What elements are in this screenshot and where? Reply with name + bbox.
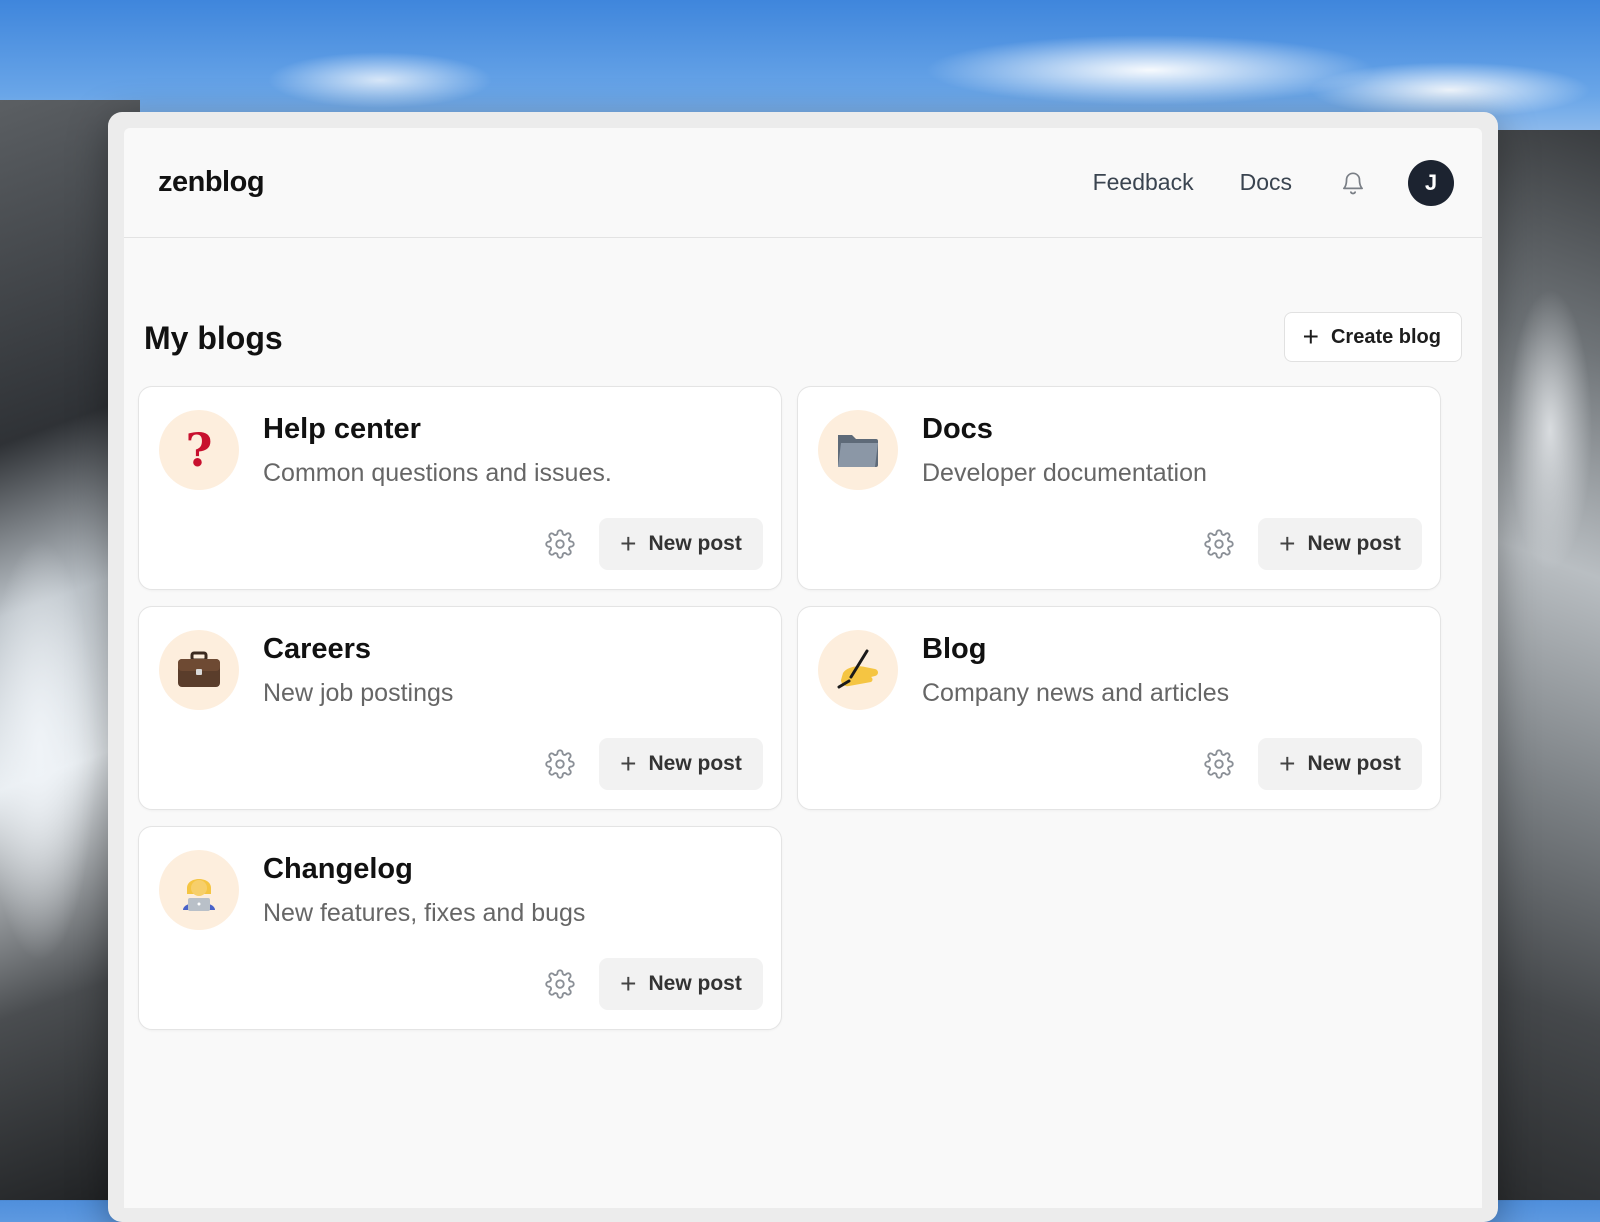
gear-icon[interactable] xyxy=(545,969,575,999)
blog-description: New features, fixes and bugs xyxy=(263,899,586,927)
gear-icon[interactable] xyxy=(1204,529,1234,559)
blog-title: Careers xyxy=(263,633,372,665)
top-header: zenblog Feedback Docs J xyxy=(124,128,1482,238)
plus-icon: + xyxy=(620,528,637,559)
blog-card-changelog[interactable]: Changelog New features, fixes and bugs +… xyxy=(138,826,782,1030)
new-post-button[interactable]: + New post xyxy=(1258,518,1422,570)
blog-card-help-center[interactable]: ? Help center Common questions and issue… xyxy=(138,386,782,590)
page-title: My blogs xyxy=(144,320,283,356)
new-post-label: New post xyxy=(1307,532,1401,555)
plus-icon: + xyxy=(1279,748,1296,779)
new-post-label: New post xyxy=(1307,752,1401,775)
blog-title: Blog xyxy=(922,633,987,665)
user-avatar[interactable]: J xyxy=(1408,159,1454,206)
new-post-button[interactable]: + New post xyxy=(599,518,763,570)
blog-description: Common questions and issues. xyxy=(263,459,612,487)
plus-icon: + xyxy=(620,968,637,999)
create-blog-button[interactable]: + Create blog xyxy=(1283,312,1462,362)
bell-icon[interactable] xyxy=(1338,168,1368,198)
folder-icon xyxy=(818,410,898,490)
blog-description: Company news and articles xyxy=(922,679,1230,707)
new-post-label: New post xyxy=(648,532,742,555)
app-logo[interactable]: zenblog xyxy=(158,166,265,199)
nav-feedback-link[interactable]: Feedback xyxy=(1093,169,1194,196)
blog-title: Changelog xyxy=(263,853,413,885)
writing-hand-icon xyxy=(818,630,898,710)
gear-icon[interactable] xyxy=(545,529,575,559)
blog-card-careers[interactable]: Careers New job postings + New post xyxy=(138,606,782,810)
blog-description: Developer documentation xyxy=(922,459,1207,487)
technologist-icon xyxy=(159,850,239,930)
gear-icon[interactable] xyxy=(545,749,575,779)
plus-icon: + xyxy=(1302,321,1319,352)
blog-title: Docs xyxy=(922,413,993,445)
new-post-label: New post xyxy=(648,972,742,995)
question-mark-icon: ? xyxy=(159,410,239,490)
new-post-label: New post xyxy=(648,752,742,775)
blog-description: New job postings xyxy=(263,679,454,707)
blog-card-blog[interactable]: Blog Company news and articles + New pos… xyxy=(797,606,1441,810)
plus-icon: + xyxy=(620,748,637,779)
new-post-button[interactable]: + New post xyxy=(599,738,763,790)
plus-icon: + xyxy=(1279,528,1296,559)
app-container: zenblog Feedback Docs J My blogs + Creat… xyxy=(124,128,1482,1208)
header-nav: Feedback Docs J xyxy=(1047,159,1454,206)
blog-title: Help center xyxy=(263,413,421,445)
gear-icon[interactable] xyxy=(1204,749,1234,779)
briefcase-icon xyxy=(159,630,239,710)
new-post-button[interactable]: + New post xyxy=(1258,738,1422,790)
blog-grid: ? Help center Common questions and issue… xyxy=(138,386,1441,1030)
create-blog-label: Create blog xyxy=(1330,325,1441,348)
blog-card-docs[interactable]: Docs Developer documentation + New post xyxy=(797,386,1441,590)
nav-docs-link[interactable]: Docs xyxy=(1240,169,1292,196)
new-post-button[interactable]: + New post xyxy=(599,958,763,1010)
